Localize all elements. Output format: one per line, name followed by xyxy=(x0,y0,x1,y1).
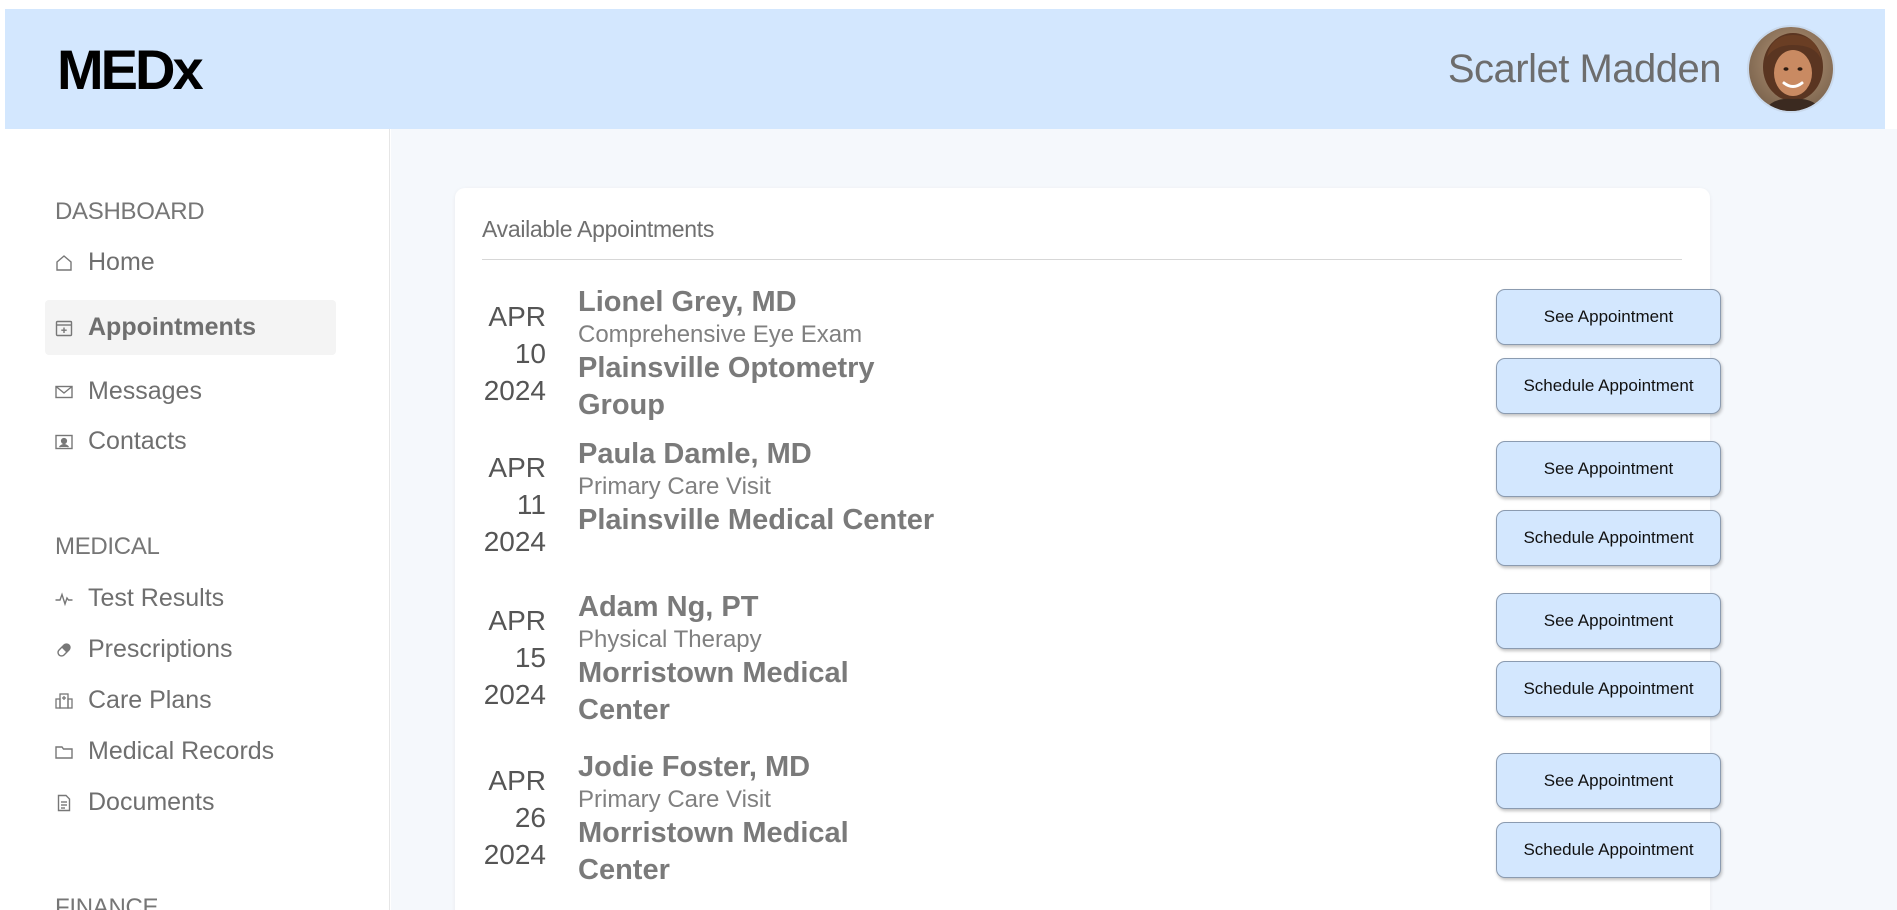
sidebar-item-appointments[interactable]: Appointments xyxy=(45,300,336,355)
hospital-icon xyxy=(54,691,74,711)
schedule-appointment-button[interactable]: Schedule Appointment xyxy=(1496,510,1721,566)
visit-type: Physical Therapy xyxy=(578,626,762,653)
sidebar-item-documents[interactable]: Documents xyxy=(45,775,336,830)
see-appointment-button[interactable]: See Appointment xyxy=(1496,753,1721,809)
sidebar-item-label: Appointments xyxy=(88,313,257,341)
user-area: Scarlet Madden xyxy=(1448,25,1835,113)
date-year: 2024 xyxy=(483,679,546,710)
avatar[interactable] xyxy=(1747,25,1835,113)
doctor-name: Jodie Foster, MD xyxy=(578,751,811,783)
visit-type: Primary Care Visit xyxy=(578,473,771,500)
location-name: Plainsville Optometry Group xyxy=(578,352,875,421)
avatar-image xyxy=(1749,27,1833,111)
appointment-date: APR 11 2024 xyxy=(482,449,546,560)
date-month: APR xyxy=(488,605,546,636)
card-title: Available Appointments xyxy=(482,216,715,242)
top-header: MEDx Scarlet Madden xyxy=(5,9,1885,129)
sidebar-item-label: Home xyxy=(88,248,155,276)
pill-icon xyxy=(54,640,74,660)
doctor-name: Lionel Grey, MD xyxy=(578,286,797,318)
app-root: MEDx Scarlet Madden DASHBOARD Home Appoi… xyxy=(0,0,1897,910)
date-year: 2024 xyxy=(483,375,546,406)
section-title-finance: FINANCE xyxy=(55,894,159,910)
section-title-medical: MEDICAL xyxy=(55,533,160,560)
envelope-icon xyxy=(54,382,74,402)
pulse-icon xyxy=(54,589,74,609)
schedule-appointment-button[interactable]: Schedule Appointment xyxy=(1496,358,1721,414)
sidebar-item-label: Medical Records xyxy=(88,737,275,765)
sidebar-item-label: Messages xyxy=(88,377,202,405)
date-day: 10 xyxy=(514,338,546,369)
user-name[interactable]: Scarlet Madden xyxy=(1448,47,1722,92)
sidebar-item-label: Prescriptions xyxy=(88,635,233,663)
main-content: Available Appointments APR 10 2024 Lione… xyxy=(391,129,1897,910)
sidebar-item-medical-records[interactable]: Medical Records xyxy=(45,724,336,779)
sidebar-item-messages[interactable]: Messages xyxy=(45,364,336,419)
contact-card-icon xyxy=(54,432,74,452)
date-month: APR xyxy=(488,765,546,796)
appointment-date: APR 15 2024 xyxy=(482,602,546,713)
doctor-name: Adam Ng, PT xyxy=(578,591,759,623)
see-appointment-button[interactable]: See Appointment xyxy=(1496,593,1721,649)
location-name: Morristown Medical Center xyxy=(578,657,849,726)
sidebar-item-home[interactable]: Home xyxy=(45,235,336,290)
location-name: Morristown Medical Center xyxy=(578,817,849,886)
card-divider xyxy=(482,259,1682,260)
sidebar-item-label: Contacts xyxy=(88,427,187,455)
see-appointment-button[interactable]: See Appointment xyxy=(1496,289,1721,345)
sidebar-item-label: Test Results xyxy=(88,584,225,612)
calendar-plus-icon xyxy=(54,318,74,338)
section-title-dashboard: DASHBOARD xyxy=(55,198,205,225)
schedule-appointment-button[interactable]: Schedule Appointment xyxy=(1496,822,1721,878)
sidebar-item-prescriptions[interactable]: Prescriptions xyxy=(45,622,336,677)
appointment-info: Lionel Grey, MD Comprehensive Eye Exam P… xyxy=(578,284,938,424)
appointment-info: Jodie Foster, MD Primary Care Visit Morr… xyxy=(578,749,878,889)
date-month: APR xyxy=(488,452,546,483)
appointment-info: Adam Ng, PT Physical Therapy Morristown … xyxy=(578,589,878,729)
date-day: 26 xyxy=(514,802,546,833)
folder-icon xyxy=(54,742,74,762)
date-year: 2024 xyxy=(483,839,546,870)
date-day: 11 xyxy=(516,489,546,520)
appointment-info: Paula Damle, MD Primary Care Visit Plain… xyxy=(578,436,934,539)
app-logo[interactable]: MEDx xyxy=(57,37,204,102)
date-year: 2024 xyxy=(483,526,546,557)
appointment-date: APR 10 2024 xyxy=(482,298,546,409)
visit-type: Comprehensive Eye Exam xyxy=(578,321,863,348)
appointments-card: Available Appointments APR 10 2024 Lione… xyxy=(455,188,1721,910)
see-appointment-button[interactable]: See Appointment xyxy=(1496,441,1721,497)
schedule-appointment-button[interactable]: Schedule Appointment xyxy=(1496,661,1721,717)
sidebar-item-label: Documents xyxy=(88,788,215,816)
date-day: 15 xyxy=(514,642,546,673)
sidebar-item-contacts[interactable]: Contacts xyxy=(45,414,336,469)
document-icon xyxy=(54,793,74,813)
home-icon xyxy=(54,253,74,273)
sidebar: DASHBOARD Home Appointments Messages Con… xyxy=(0,129,390,910)
appointment-date: APR 26 2024 xyxy=(482,762,546,873)
doctor-name: Paula Damle, MD xyxy=(578,438,812,470)
location-name: Plainsville Medical Center xyxy=(578,504,935,536)
sidebar-item-care-plans[interactable]: Care Plans xyxy=(45,673,336,728)
visit-type: Primary Care Visit xyxy=(578,786,771,813)
sidebar-item-test-results[interactable]: Test Results xyxy=(45,571,336,626)
sidebar-item-label: Care Plans xyxy=(88,686,212,714)
date-month: APR xyxy=(488,301,546,332)
